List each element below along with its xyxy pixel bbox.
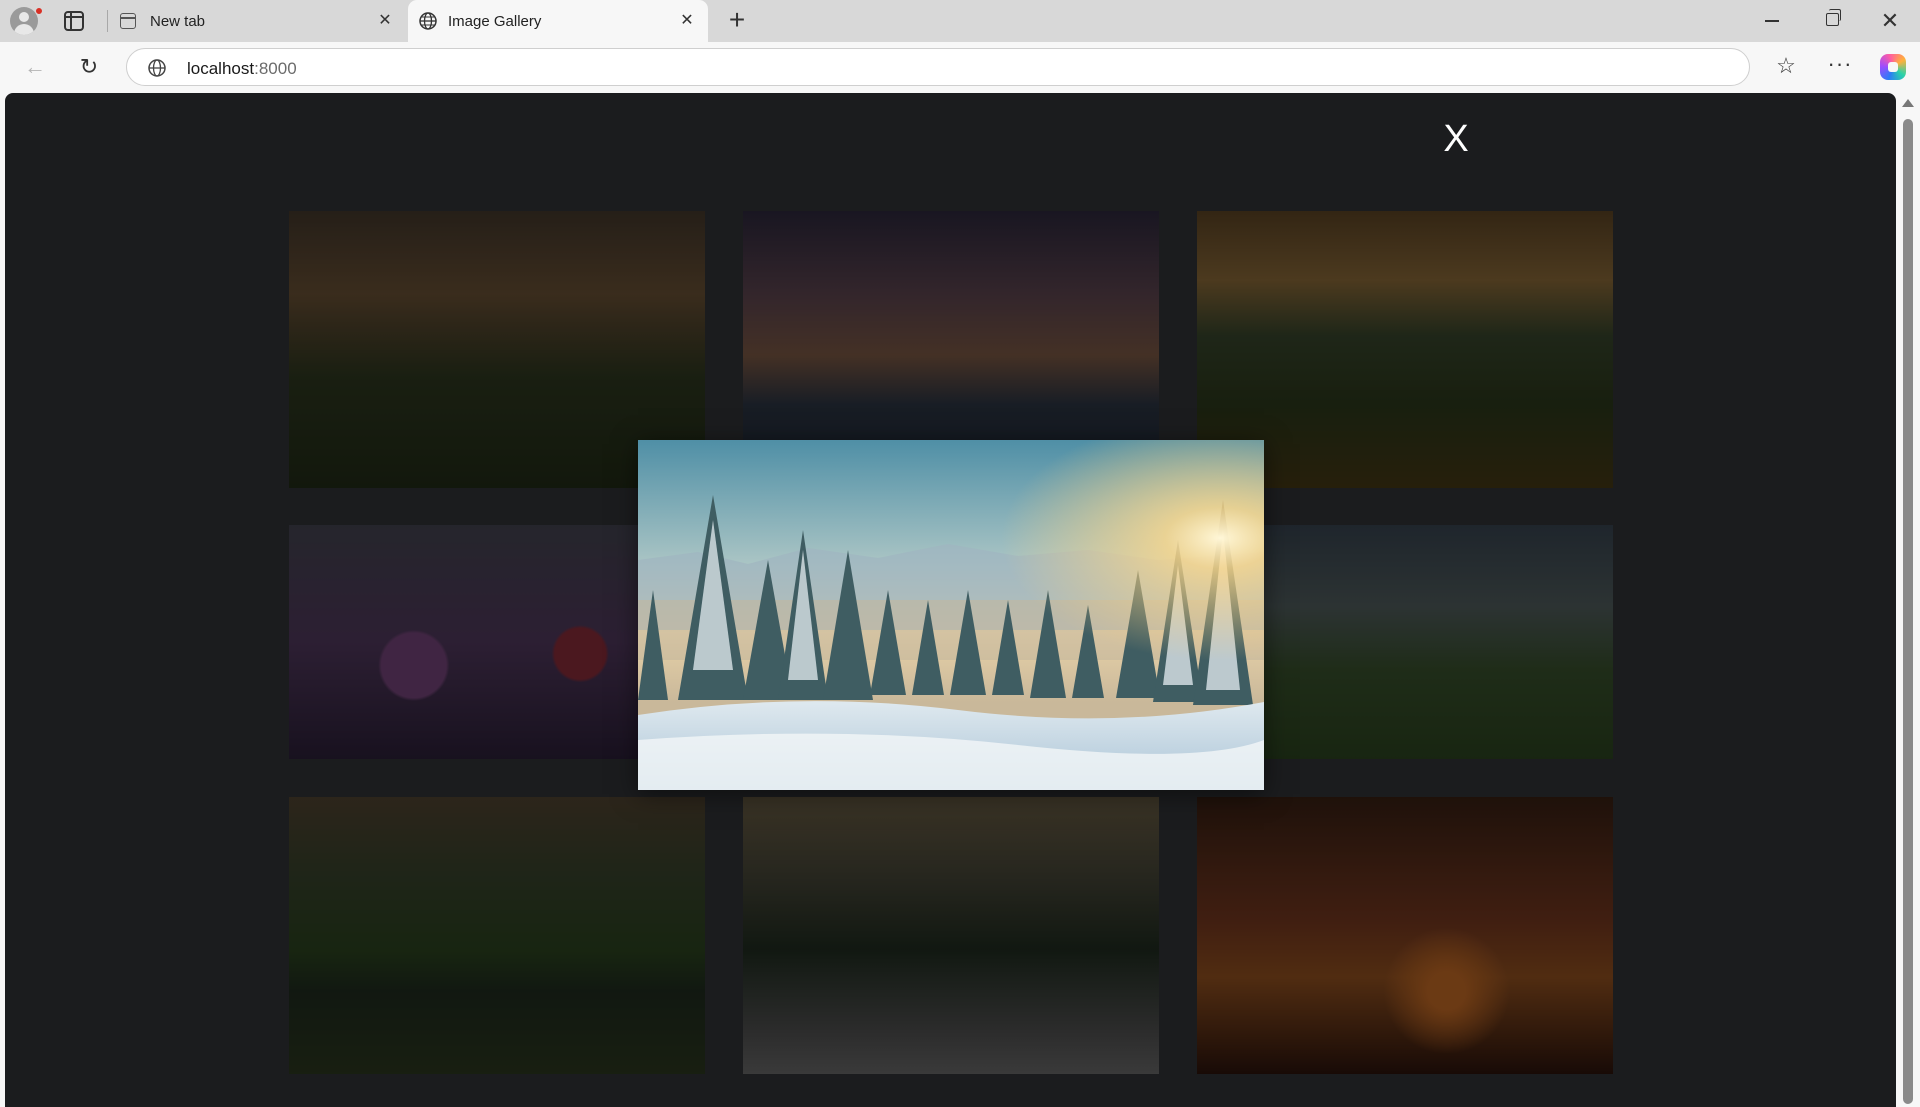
scroll-up-arrow-icon[interactable] bbox=[1902, 99, 1914, 107]
tab-image-gallery[interactable]: Image Gallery ✕ bbox=[408, 0, 708, 42]
tab-title: New tab bbox=[150, 13, 206, 30]
more-dots-icon[interactable]: ··· bbox=[1826, 52, 1854, 80]
globe-icon bbox=[419, 12, 437, 30]
minimize-window-button[interactable] bbox=[1765, 20, 1779, 22]
lightbox-image bbox=[638, 440, 1264, 790]
reload-icon[interactable]: ↻ bbox=[76, 54, 102, 80]
divider bbox=[107, 10, 108, 32]
tab-title: Image Gallery bbox=[448, 13, 542, 30]
tab-new-tab[interactable]: New tab ✕ bbox=[110, 0, 406, 42]
tab-actions-icon[interactable] bbox=[64, 11, 84, 31]
tab-strip: New tab ✕ Image Gallery ✕ + ✕ bbox=[0, 0, 1920, 42]
overlay-dim bbox=[743, 797, 1159, 1074]
close-window-button[interactable]: ✕ bbox=[1878, 7, 1902, 35]
scrollbar-thumb[interactable] bbox=[1903, 119, 1913, 1104]
back-arrow-icon[interactable]: ← bbox=[22, 54, 48, 80]
url-port: :8000 bbox=[254, 59, 297, 78]
new-tab-button[interactable]: + bbox=[722, 6, 752, 36]
url-text[interactable]: localhost:8000 bbox=[187, 59, 297, 79]
tab-close-button[interactable]: ✕ bbox=[676, 10, 698, 32]
snowy-forest-image bbox=[638, 440, 1264, 790]
gallery-thumbnail[interactable] bbox=[1197, 797, 1613, 1074]
overlay-dim bbox=[1197, 797, 1613, 1074]
profile-avatar-icon[interactable] bbox=[10, 7, 38, 35]
lightbox-close-button[interactable]: X bbox=[1436, 115, 1476, 163]
gallery-thumbnail[interactable] bbox=[743, 797, 1159, 1074]
page-viewport: X bbox=[5, 93, 1896, 1107]
copilot-icon[interactable] bbox=[1880, 54, 1906, 80]
gallery-thumbnail[interactable] bbox=[289, 797, 705, 1074]
browser-toolbar: ← ↻ localhost:8000 ☆ ··· bbox=[0, 42, 1920, 92]
site-info-globe-icon[interactable] bbox=[147, 58, 167, 78]
restore-window-button[interactable] bbox=[1826, 9, 1841, 26]
url-host: localhost bbox=[187, 59, 255, 78]
favorites-star-icon[interactable]: ☆ bbox=[1772, 52, 1800, 80]
address-bar[interactable]: localhost:8000 bbox=[126, 48, 1750, 86]
tab-close-button[interactable]: ✕ bbox=[374, 10, 396, 32]
overlay-dim bbox=[289, 797, 705, 1074]
notification-dot bbox=[35, 7, 43, 15]
new-tab-page-icon bbox=[120, 13, 136, 29]
vertical-scrollbar[interactable] bbox=[1896, 93, 1920, 1107]
